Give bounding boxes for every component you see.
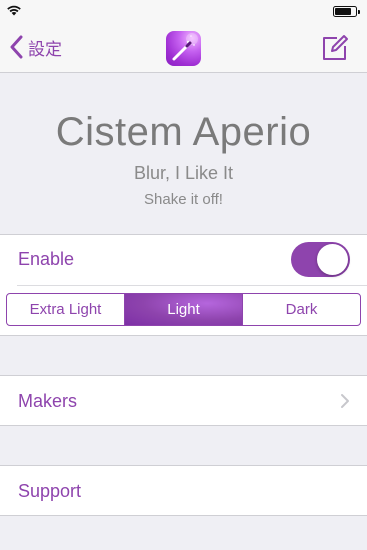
wifi-icon [7, 5, 21, 16]
makers-label: Makers [18, 391, 78, 411]
segment-light[interactable]: Light [125, 294, 243, 325]
back-button[interactable]: 設定 [9, 34, 62, 60]
wand-app-icon [166, 31, 201, 66]
navigation-bar: 設定 [0, 22, 367, 73]
makers-group: Makers [0, 375, 367, 426]
support-row[interactable]: Support [0, 466, 367, 515]
app-title: Cistem Aperio [55, 110, 312, 154]
enable-toggle[interactable] [291, 242, 350, 277]
chevron-left-icon [10, 35, 23, 59]
support-label: Support [18, 481, 82, 501]
chevron-right-icon [341, 394, 349, 408]
app-header: Cistem Aperio Blur, I Like It Shake it o… [0, 74, 367, 234]
row-divider [17, 285, 367, 286]
toggle-knob [317, 244, 348, 275]
makers-row[interactable]: Makers [0, 376, 367, 425]
battery-icon [333, 6, 360, 17]
back-button-label: 設定 [28, 39, 62, 60]
support-group: Support [0, 465, 367, 516]
compose-icon[interactable] [321, 34, 349, 62]
enable-label: Enable [18, 249, 75, 269]
settings-group: Enable Extra Light Light Dark [0, 234, 367, 336]
status-bar [0, 0, 367, 22]
enable-row: Enable [0, 235, 367, 285]
blur-style-segmented-control: Extra Light Light Dark [6, 293, 361, 326]
app-subtitle: Blur, I Like It [133, 163, 234, 183]
segment-extra-light[interactable]: Extra Light [7, 294, 125, 325]
segment-dark[interactable]: Dark [243, 294, 360, 325]
app-tagline: Shake it off! [144, 191, 223, 208]
